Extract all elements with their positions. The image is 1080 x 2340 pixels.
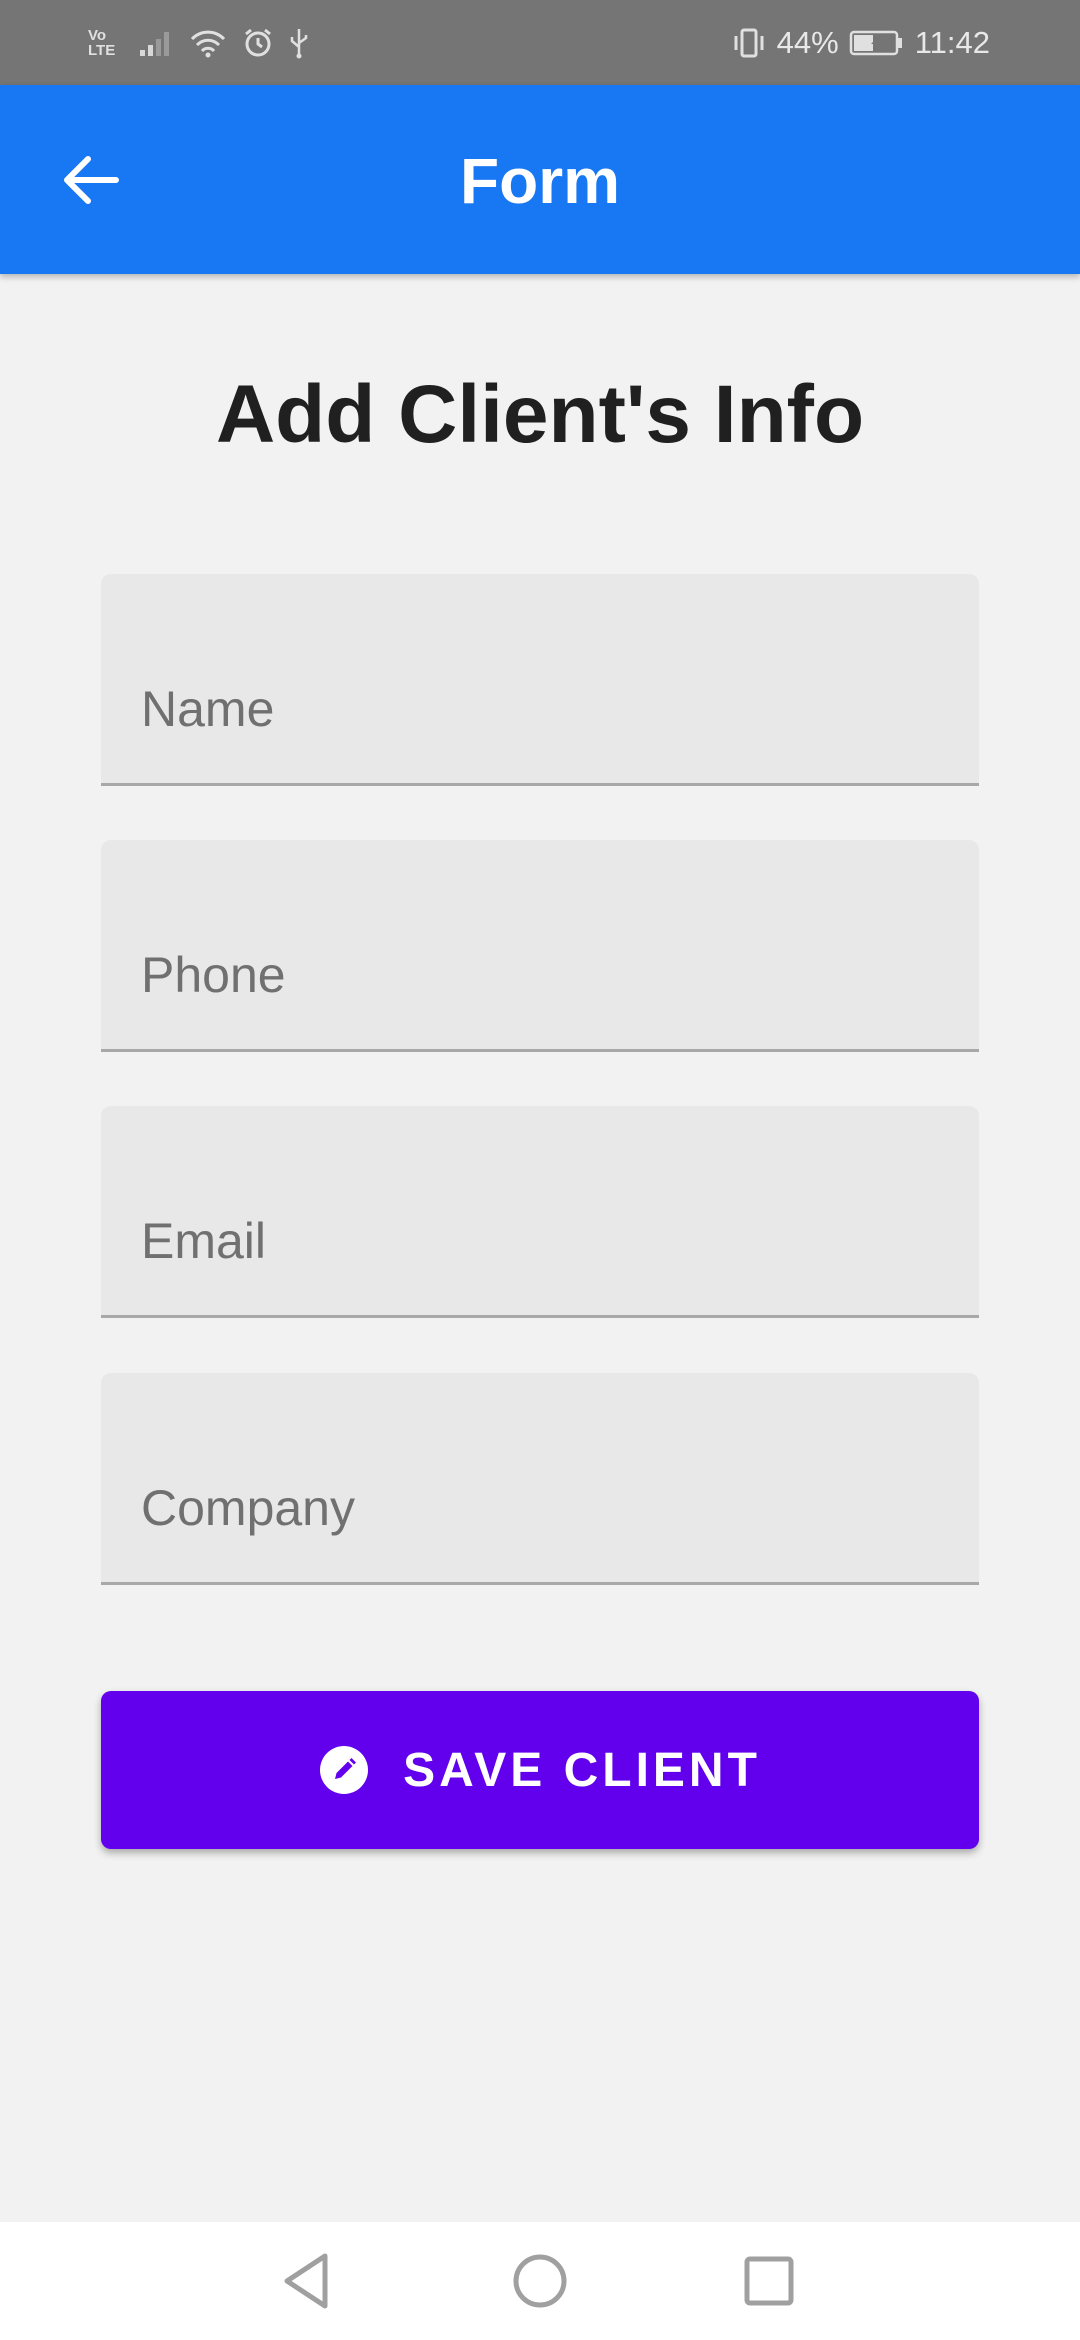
status-bar: Vo LTE 44% 11:42 <box>0 0 1080 85</box>
triangle-back-icon[interactable] <box>273 2246 343 2316</box>
volte-top-label: Vo <box>88 27 107 44</box>
phone-input[interactable] <box>101 840 979 1049</box>
status-left-icons: Vo LTE <box>88 18 310 68</box>
pencil-icon <box>320 1746 369 1794</box>
page-heading: Add Client's Info <box>215 369 865 460</box>
vibrate-icon <box>734 28 764 58</box>
app-bar-title: Form <box>460 145 620 217</box>
clock-time: 11:42 <box>914 25 990 60</box>
save-client-button[interactable]: SAVE CLIENT <box>101 1691 979 1849</box>
circle-home-icon[interactable] <box>505 2246 575 2316</box>
name-field <box>101 574 979 786</box>
usb-icon <box>290 29 308 59</box>
battery-percent: 44% <box>776 25 839 60</box>
system-nav-bar <box>0 2222 1080 2340</box>
wifi-icon <box>190 30 226 58</box>
email-field <box>101 1106 979 1318</box>
phone-field <box>101 840 979 1052</box>
battery-charging-icon <box>849 30 902 56</box>
app-bar: Form <box>0 85 1080 274</box>
volte-bottom-label: LTE <box>88 42 116 59</box>
email-input[interactable] <box>101 1106 979 1315</box>
company-field <box>101 1373 979 1585</box>
signal-icon <box>140 32 169 56</box>
volte-indicator: Vo LTE <box>88 28 124 58</box>
status-right-icons: 44% 11:42 <box>731 18 990 68</box>
save-client-label: SAVE CLIENT <box>403 1743 761 1797</box>
alarm-icon <box>245 28 271 57</box>
name-input[interactable] <box>101 574 979 783</box>
square-recents-icon[interactable] <box>734 2246 804 2316</box>
company-input[interactable] <box>101 1373 979 1582</box>
